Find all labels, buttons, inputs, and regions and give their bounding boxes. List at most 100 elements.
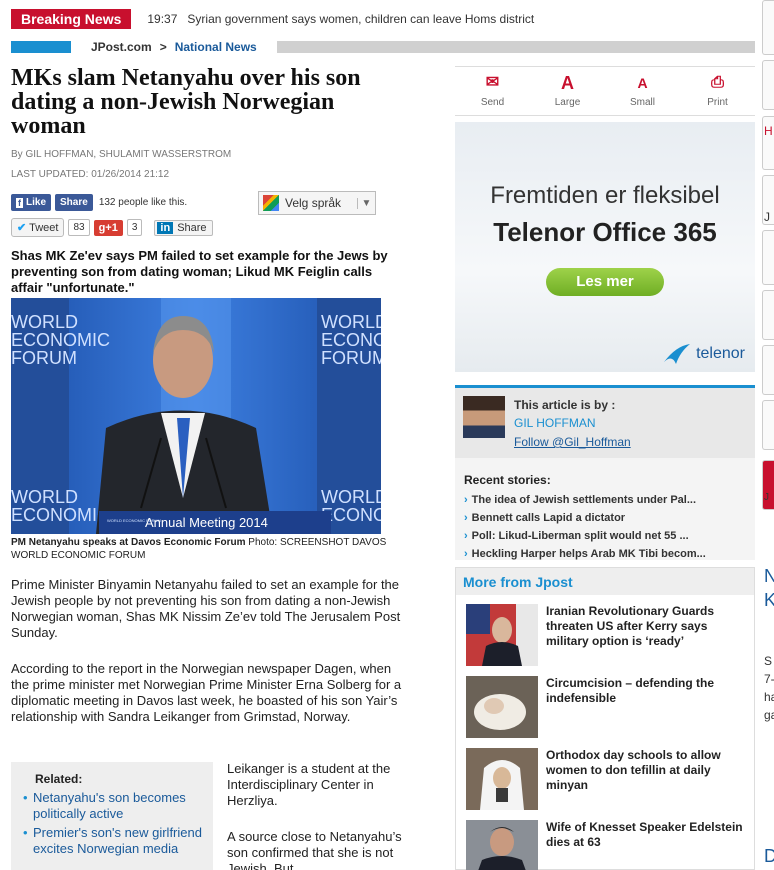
- recent-stories-title: Recent stories:: [464, 473, 551, 487]
- linkedin-share-button[interactable]: in Share: [154, 219, 213, 236]
- article-byline: By GIL HOFFMAN, SHULAMIT WASSERSTROM: [11, 149, 232, 160]
- tweet-label: Tweet: [29, 222, 59, 234]
- backdrop-text-left-1: WORLD: [11, 312, 78, 332]
- more-thumbnail: [466, 676, 538, 738]
- backdrop-text-left-5: ECONOMIC: [11, 505, 110, 525]
- large-label: Large: [554, 96, 581, 108]
- google-plus-button[interactable]: g+1: [93, 219, 123, 236]
- edge-text: J: [764, 492, 769, 503]
- edge-panel-button[interactable]: [762, 230, 774, 285]
- ad-product: Telenor Office 365: [493, 217, 717, 247]
- author-name-link[interactable]: GIL HOFFMAN: [514, 416, 596, 430]
- more-item-title: Orthodox day schools to allow women to d…: [546, 748, 721, 792]
- telenor-logo: telenor: [662, 342, 745, 366]
- more-item[interactable]: Iranian Revolutionary Guards threaten US…: [466, 604, 751, 666]
- breadcrumb-home-link[interactable]: JPost.com: [91, 40, 152, 54]
- recent-story-link[interactable]: Poll: Likud-Liberman split would net 55 …: [464, 527, 750, 545]
- backdrop-text-left-4: WORLD: [11, 487, 78, 507]
- breaking-news-ticker: Breaking News 19:37 Syrian government sa…: [11, 8, 755, 30]
- google-plus-count: 3: [126, 219, 143, 236]
- facebook-like-count: 132 people like this.: [98, 197, 188, 208]
- more-thumbnail: [466, 604, 538, 666]
- author-box: This article is by : GIL HOFFMAN Follow …: [455, 385, 755, 560]
- facebook-like-button[interactable]: f Like: [11, 194, 52, 211]
- translate-language-select[interactable]: Velg språk ▼: [258, 191, 376, 215]
- edge-text: D: [764, 846, 774, 866]
- font-large-icon: A: [561, 72, 574, 93]
- photo-illustration: WORLD ECONOMIC FORUM WORLD ECONOMIC WORL…: [11, 298, 381, 534]
- facebook-share-button[interactable]: Share: [55, 194, 93, 211]
- envelope-icon: ✉: [485, 73, 500, 91]
- small-text-button[interactable]: A Small: [613, 75, 673, 108]
- related-title: Related:: [35, 772, 83, 786]
- backdrop-text-right-1: WORLD: [321, 312, 381, 332]
- font-small-icon: A: [637, 74, 648, 91]
- translate-label: Velg språk: [285, 196, 342, 210]
- author-by-label: This article is by :: [514, 398, 616, 412]
- breadcrumb-separator: >: [159, 40, 167, 54]
- edge-text: ga: [764, 708, 774, 722]
- more-thumbnail: [466, 820, 538, 870]
- breadcrumb-section-link[interactable]: National News: [175, 40, 257, 54]
- recent-stories-list: The idea of Jewish settlements under Pal…: [464, 491, 750, 563]
- more-item[interactable]: Orthodox day schools to allow women to d…: [466, 748, 751, 810]
- article-paragraph-1: Prime Minister Binyamin Netanyahu failed…: [11, 577, 401, 640]
- facebook-icon: f: [16, 197, 23, 208]
- edge-text: ha: [764, 690, 774, 704]
- author-header: This article is by : GIL HOFFMAN Follow …: [455, 388, 755, 458]
- edge-text: 7-: [764, 672, 774, 686]
- share-buttons-row: ✔ Tweet 83 g+1 3 in Share: [11, 218, 213, 237]
- backdrop-text-left-2: ECONOMIC: [11, 330, 110, 350]
- ad-read-more-button[interactable]: Les mer: [546, 268, 664, 296]
- recent-story-link[interactable]: The idea of Jewish settlements under Pal…: [464, 491, 750, 509]
- print-button[interactable]: ⎙ Print: [688, 74, 748, 108]
- google-translate-icon: [263, 195, 279, 211]
- edge-panel-button[interactable]: [762, 400, 774, 450]
- breadcrumb-filler-bar: [276, 41, 755, 53]
- article-photo[interactable]: WORLD ECONOMIC FORUM WORLD ECONOMIC WORL…: [11, 298, 381, 534]
- tweet-button[interactable]: ✔ Tweet: [11, 218, 65, 237]
- edge-panel-button[interactable]: [762, 60, 774, 110]
- photo-caption: PM Netanyahu speaks at Davos Economic Fo…: [11, 536, 389, 562]
- more-item-title: Circumcision – defending the indefensibl…: [546, 676, 715, 705]
- chevron-down-icon: ▼: [357, 197, 375, 209]
- edge-panel-button[interactable]: [762, 345, 774, 395]
- telenor-advertisement[interactable]: Fremtiden er fleksibel Telenor Office 36…: [455, 122, 755, 372]
- large-text-button[interactable]: A Large: [538, 72, 598, 108]
- telenor-swirl-icon: [664, 344, 691, 364]
- author-follow-link[interactable]: Follow @Gil_Hoffman: [514, 435, 631, 449]
- more-from-title: More from Jpost: [456, 568, 754, 595]
- related-link[interactable]: Netanyahu's son becomes politically acti…: [23, 790, 205, 822]
- recent-story-link[interactable]: Heckling Harper helps Arab MK Tibi becom…: [464, 545, 750, 563]
- recent-story-link[interactable]: Bennett calls Lapid a dictator: [464, 509, 750, 527]
- related-list: Netanyahu's son becomes politically acti…: [23, 790, 205, 857]
- ticker-headline-link[interactable]: Syrian government says women, children c…: [187, 12, 534, 26]
- facebook-like-label: Like: [26, 197, 47, 208]
- article-paragraph-4: A source close to Netanyahu’s son confir…: [227, 829, 402, 870]
- backdrop-text-right-3: FORUM: [321, 348, 381, 368]
- more-item-title: Wife of Knesset Speaker Edelstein dies a…: [546, 820, 743, 849]
- related-link[interactable]: Premier's son's new girlfriend excites N…: [23, 825, 205, 857]
- edge-panel-button[interactable]: [762, 0, 774, 55]
- telenor-brand: telenor: [696, 345, 745, 362]
- article-updated: LAST UPDATED: 01/26/2014 21:12: [11, 169, 170, 180]
- send-label: Send: [480, 96, 505, 108]
- facebook-share-row: f Like Share 132 people like this.: [11, 194, 187, 211]
- linkedin-icon: in: [157, 221, 174, 234]
- more-item[interactable]: Circumcision – defending the indefensibl…: [466, 676, 751, 738]
- article-summary: Shas MK Ze'ev says PM failed to set exam…: [11, 248, 388, 295]
- breadcrumb-accent-bar: [11, 41, 71, 53]
- more-from-jpost: More from Jpost Iranian Revolutionary Gu…: [455, 567, 755, 870]
- article-paragraph-2: According to the report in the Norwegian…: [11, 661, 402, 724]
- send-button[interactable]: ✉ Send: [463, 73, 523, 108]
- edge-text: N: [764, 566, 774, 586]
- edge-text: S: [764, 654, 773, 668]
- print-label: Print: [707, 96, 728, 108]
- backdrop-text-right-2: ECONOMIC: [321, 330, 381, 350]
- backdrop-text-right-4: WORLD: [321, 487, 381, 507]
- more-item[interactable]: Wife of Knesset Speaker Edelstein dies a…: [466, 820, 751, 870]
- more-thumbnail: [466, 748, 538, 810]
- google-plus-label: +1: [105, 221, 118, 234]
- edge-panel-button[interactable]: [762, 290, 774, 340]
- breadcrumb: JPost.com > National News: [11, 40, 755, 54]
